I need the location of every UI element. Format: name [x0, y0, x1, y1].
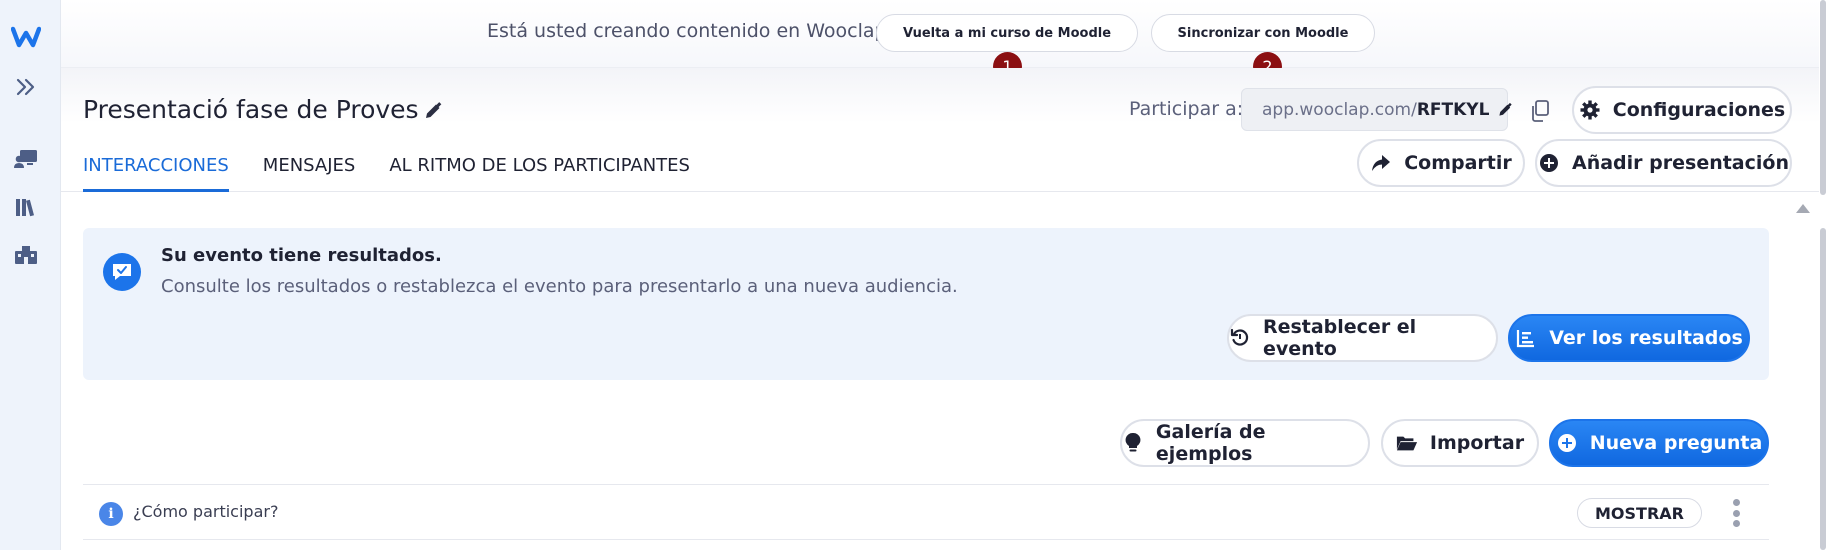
banner-text: Está usted creando contenido en Wooclap.	[487, 20, 893, 42]
add-presentation-label: Añadir presentación	[1572, 152, 1789, 174]
participate-label: Participar a:	[1129, 98, 1244, 120]
plus-circle-icon	[1538, 152, 1560, 174]
info-icon: i	[99, 502, 123, 526]
gear-icon	[1579, 99, 1601, 121]
bar-chart-icon	[1515, 327, 1537, 349]
left-rail	[0, 0, 61, 550]
reset-arrow-icon	[1229, 327, 1251, 349]
add-presentation-button[interactable]: Añadir presentación	[1535, 139, 1792, 187]
settings-button[interactable]: Configuraciones	[1572, 86, 1792, 134]
reset-event-button[interactable]: Restablecer el evento	[1227, 314, 1498, 362]
tab-interactions[interactable]: INTERACCIONES	[83, 152, 229, 192]
expand-sidebar-icon[interactable]	[12, 73, 40, 101]
url-prefix: app.wooclap.com/	[1262, 99, 1417, 120]
more-options-icon[interactable]	[1726, 497, 1746, 529]
new-question-label: Nueva pregunta	[1589, 432, 1763, 454]
share-arrow-icon	[1370, 152, 1392, 174]
view-results-button[interactable]: Ver los resultados	[1508, 314, 1750, 362]
vertical-scrollbar[interactable]	[1819, 0, 1827, 550]
question-text: ¿Cómo participar?	[133, 502, 279, 521]
share-label: Compartir	[1404, 152, 1512, 174]
edit-code-pencil-icon[interactable]	[1497, 102, 1513, 118]
scroll-up-arrow-icon[interactable]	[1796, 204, 1810, 213]
tab-messages[interactable]: MENSAJES	[263, 152, 356, 192]
chat-check-icon	[103, 253, 141, 291]
sync-moodle-button[interactable]: Sincronizar con Moodle	[1151, 14, 1375, 52]
notice-text: Consulte los resultados o restablezca el…	[161, 276, 958, 297]
presenter-icon[interactable]	[12, 145, 40, 173]
event-code: RFTKYL	[1416, 99, 1490, 120]
back-to-moodle-button[interactable]: Vuelta a mi curso de Moodle	[876, 14, 1138, 52]
question-row[interactable]: i ¿Cómo participar? MOSTRAR	[83, 484, 1769, 540]
notice-title: Su evento tiene resultados.	[161, 245, 442, 266]
examples-gallery-label: Galería de ejemplos	[1155, 421, 1266, 465]
institution-icon[interactable]	[12, 241, 40, 269]
participation-url[interactable]: app.wooclap.com/ RFTKYL	[1241, 88, 1513, 131]
plus-circle-icon	[1556, 432, 1578, 454]
wooclap-logo-icon[interactable]	[11, 25, 41, 49]
folder-open-icon	[1396, 432, 1418, 454]
examples-gallery-button[interactable]: Galería de ejemplos	[1120, 419, 1370, 467]
edit-title-pencil-icon[interactable]	[420, 98, 446, 124]
view-results-label: Ver los resultados	[1549, 327, 1743, 349]
tab-participant-pace[interactable]: AL RITMO DE LOS PARTICIPANTES	[389, 152, 690, 192]
lightbulb-icon	[1122, 432, 1144, 454]
moodle-banner: Está usted creando contenido en Wooclap.…	[61, 0, 1819, 68]
reset-event-label: Restablecer el evento	[1262, 316, 1417, 360]
import-label: Importar	[1429, 432, 1525, 454]
show-button[interactable]: MOSTRAR	[1577, 498, 1702, 528]
page-title: Presentació fase de Proves	[83, 95, 419, 124]
tab-bar: INTERACCIONES MENSAJES AL RITMO DE LOS P…	[83, 152, 690, 192]
share-button[interactable]: Compartir	[1357, 139, 1525, 187]
library-icon[interactable]	[12, 193, 40, 221]
settings-label: Configuraciones	[1612, 99, 1786, 121]
new-question-button[interactable]: Nueva pregunta	[1549, 419, 1769, 467]
event-header: Presentació fase de Proves Participar a:…	[61, 68, 1819, 192]
copy-link-icon[interactable]	[1525, 96, 1555, 126]
scroll-thumb[interactable]	[1820, 228, 1826, 550]
results-notice: Su evento tiene resultados. Consulte los…	[83, 228, 1769, 380]
scroll-thumb-top[interactable]	[1820, 0, 1826, 195]
import-button[interactable]: Importar	[1381, 419, 1539, 467]
